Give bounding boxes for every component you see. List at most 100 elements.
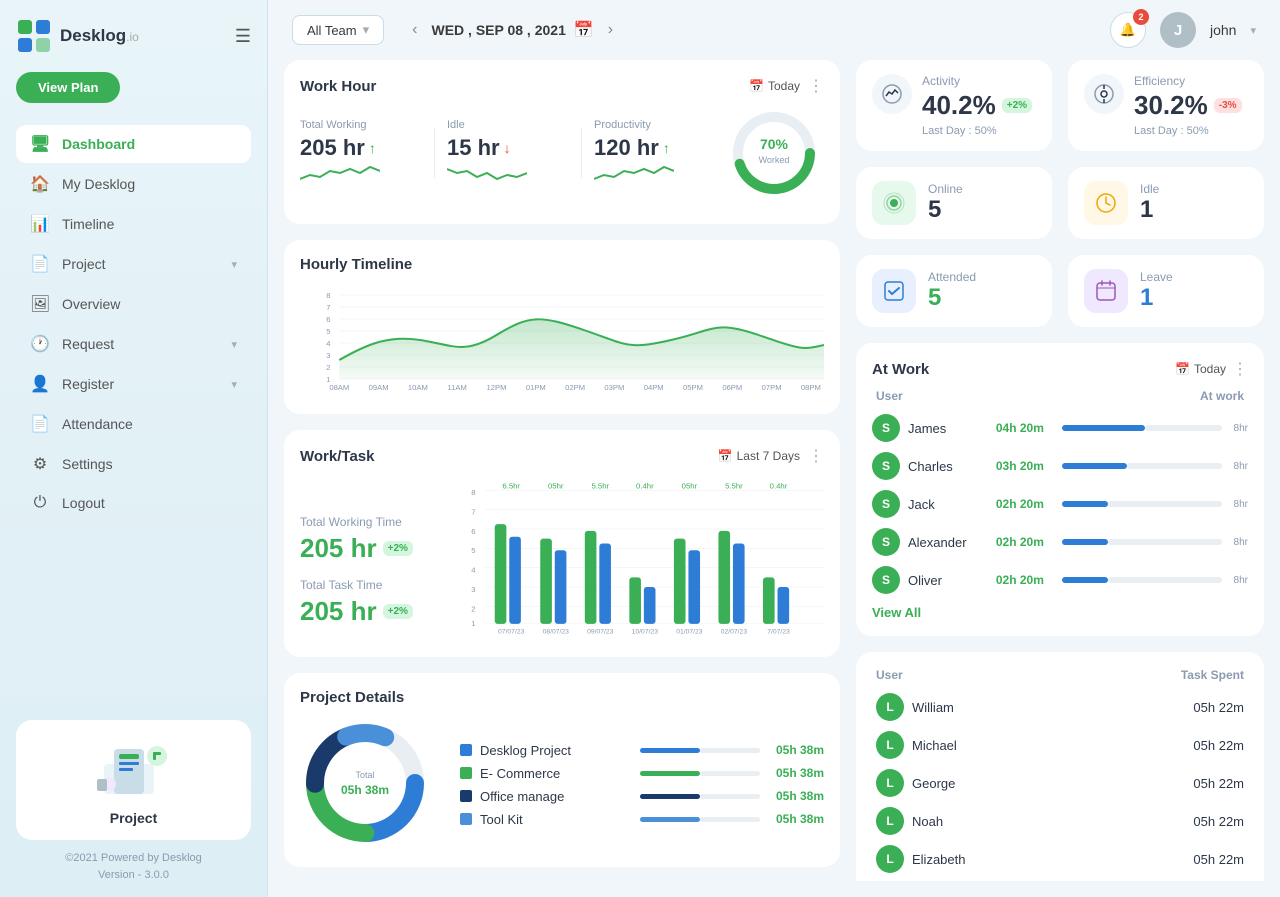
project-details-card: Project Details Total 05h 38m — [284, 673, 840, 867]
team-select[interactable]: All Team ▾ — [292, 15, 384, 45]
hourly-title: Hourly Timeline — [300, 256, 412, 273]
efficiency-card: Efficiency 30.2% -3% Last Day : 50% — [1068, 60, 1264, 151]
logo: Desklog.io — [16, 18, 139, 54]
user-avatar: S — [872, 528, 900, 556]
topbar: All Team ▾ ‹ WED , SEP 08 , 2021 📅 › 🔔 2… — [268, 0, 1280, 60]
sidebar-bottom: Project ©2021 Powered by Desklog Version… — [16, 720, 251, 885]
aw-bar — [1062, 539, 1222, 545]
table-row: L Elizabeth 05h 22m — [872, 840, 1248, 878]
sidebar-item-request[interactable]: 🕐 Request ▾ — [16, 325, 251, 363]
sidebar-item-overview[interactable]: 🖼 Overview — [16, 285, 251, 323]
sidebar-item-label: Logout — [62, 495, 105, 511]
notifications-button[interactable]: 🔔 2 — [1110, 12, 1146, 48]
hourly-chart: 8 7 6 5 4 3 2 1 08AM 09AM 10AM 11AM — [300, 285, 824, 395]
hamburger-icon[interactable]: ☰ — [235, 26, 251, 47]
user-avatar: J — [1160, 12, 1196, 48]
sidebar-promo: Project — [16, 720, 251, 840]
pd-row: Office manage 05h 38m — [460, 789, 824, 804]
svg-text:05hr: 05hr — [682, 481, 698, 490]
user-avatar: L — [876, 693, 904, 721]
activity-title: Activity — [922, 74, 1032, 88]
sidebar-item-label: Attendance — [62, 416, 133, 432]
productivity-stat: Productivity 120 hr ↑ — [586, 119, 724, 188]
topbar-right: 🔔 2 J john ▾ — [1110, 12, 1256, 48]
svg-text:0.4hr: 0.4hr — [770, 481, 788, 490]
more-options-icon[interactable]: ⋮ — [1232, 359, 1248, 379]
hourly-header: Hourly Timeline — [300, 256, 824, 273]
efficiency-header: Efficiency 30.2% -3% Last Day : 50% — [1084, 74, 1248, 137]
more-options-icon[interactable]: ⋮ — [808, 446, 824, 466]
at-work-row: S Jack 02h 20m 8hr — [872, 485, 1248, 523]
idle-label: Idle — [1140, 182, 1159, 196]
overview-icon: 🖼 — [30, 294, 50, 314]
sidebar-item-my-desklog[interactable]: 🏠 My Desklog — [16, 165, 251, 203]
table-row: L George 05h 22m — [872, 764, 1248, 802]
idle-sparkline — [447, 161, 527, 185]
view-all-button[interactable]: View All — [872, 605, 1248, 620]
svg-text:4: 4 — [326, 339, 330, 348]
user-avatar: L — [876, 807, 904, 835]
project-details-title: Project Details — [300, 689, 404, 706]
wt-summary: Total Working Time 205 hr +2% Total Task… — [300, 515, 440, 641]
sidebar-item-dashboard[interactable]: 🖥 Dashboard — [16, 125, 251, 163]
at-work-cols: User At work — [872, 389, 1248, 403]
svg-text:01PM: 01PM — [526, 383, 546, 392]
svg-text:09AM: 09AM — [369, 383, 389, 392]
more-options-icon[interactable]: ⋮ — [808, 76, 824, 96]
svg-text:11AM: 11AM — [448, 383, 467, 392]
project-donut: Total 05h 38m — [300, 718, 440, 851]
idle-card: Idle 1 — [1068, 167, 1264, 239]
sidebar-item-timeline[interactable]: 📊 Timeline — [16, 205, 251, 243]
svg-text:5.5hr: 5.5hr — [591, 481, 609, 490]
work-task-chart: 8 7 6 5 4 3 2 1 — [456, 478, 824, 638]
bar-chart: 8 7 6 5 4 3 2 1 — [456, 478, 824, 641]
user-name[interactable]: john — [1210, 22, 1236, 38]
aw-bar — [1062, 425, 1222, 431]
divider — [434, 128, 435, 178]
sidebar-item-logout[interactable]: ⏻ Logout — [16, 485, 251, 521]
pd-row: Tool Kit 05h 38m — [460, 812, 824, 827]
user-menu-chevron[interactable]: ▾ — [1250, 24, 1256, 37]
aw-bar — [1062, 577, 1222, 583]
efficiency-icon — [1084, 74, 1124, 114]
sidebar-item-register[interactable]: 👤 Register ▾ — [16, 365, 251, 403]
sidebar-item-settings[interactable]: ⚙ Settings — [16, 445, 251, 483]
pd-bar — [640, 771, 760, 776]
svg-text:4: 4 — [471, 566, 476, 575]
svg-text:Worked: Worked — [759, 155, 790, 165]
divider — [581, 128, 582, 178]
user-avatar: S — [872, 490, 900, 518]
table-row: L William 05h 22m — [872, 688, 1248, 726]
project-list: Desklog Project 05h 38m E- Commerce — [460, 743, 824, 827]
next-date-button[interactable]: › — [602, 17, 619, 43]
efficiency-title: Efficiency — [1134, 74, 1242, 88]
up-arrow-icon: ↑ — [369, 140, 376, 156]
project-donut-chart: Total 05h 38m — [300, 718, 430, 848]
status-grid: Online 5 Idle 1 — [856, 167, 1264, 327]
promo-illustration — [89, 734, 179, 804]
work-task-card: Work/Task 📅 Last 7 Days ⋮ Total Working … — [284, 430, 840, 657]
svg-text:5: 5 — [326, 327, 330, 336]
efficiency-sub: Last Day : 50% — [1134, 125, 1242, 137]
sidebar-nav: 🖥 Dashboard 🏠 My Desklog 📊 Timeline 📄 Pr… — [16, 125, 251, 523]
settings-icon: ⚙ — [30, 454, 50, 474]
calendar-icon[interactable]: 📅 — [574, 20, 594, 40]
color-swatch — [460, 744, 472, 756]
donut-chart: 70% Worked — [724, 108, 824, 198]
color-swatch — [460, 767, 472, 779]
at-work-row: S Charles 03h 20m 8hr — [872, 447, 1248, 485]
attendance-icon: 📄 — [30, 414, 50, 434]
online-card: Online 5 — [856, 167, 1052, 239]
view-plan-button[interactable]: View Plan — [16, 72, 120, 103]
logout-icon: ⏻ — [30, 494, 50, 512]
prev-date-button[interactable]: ‹ — [406, 17, 423, 43]
sidebar-item-label: Timeline — [62, 216, 114, 232]
work-hour-title: Work Hour — [300, 78, 376, 95]
svg-text:70%: 70% — [760, 136, 789, 152]
bell-icon: 🔔 — [1120, 22, 1136, 38]
sidebar-item-project[interactable]: 📄 Project ▾ — [16, 245, 251, 283]
sidebar-item-attendance[interactable]: 📄 Attendance — [16, 405, 251, 443]
table-row: L Noah 05h 22m — [872, 802, 1248, 840]
today-badge: 📅 Today — [749, 79, 800, 93]
aw-bar — [1062, 463, 1222, 469]
